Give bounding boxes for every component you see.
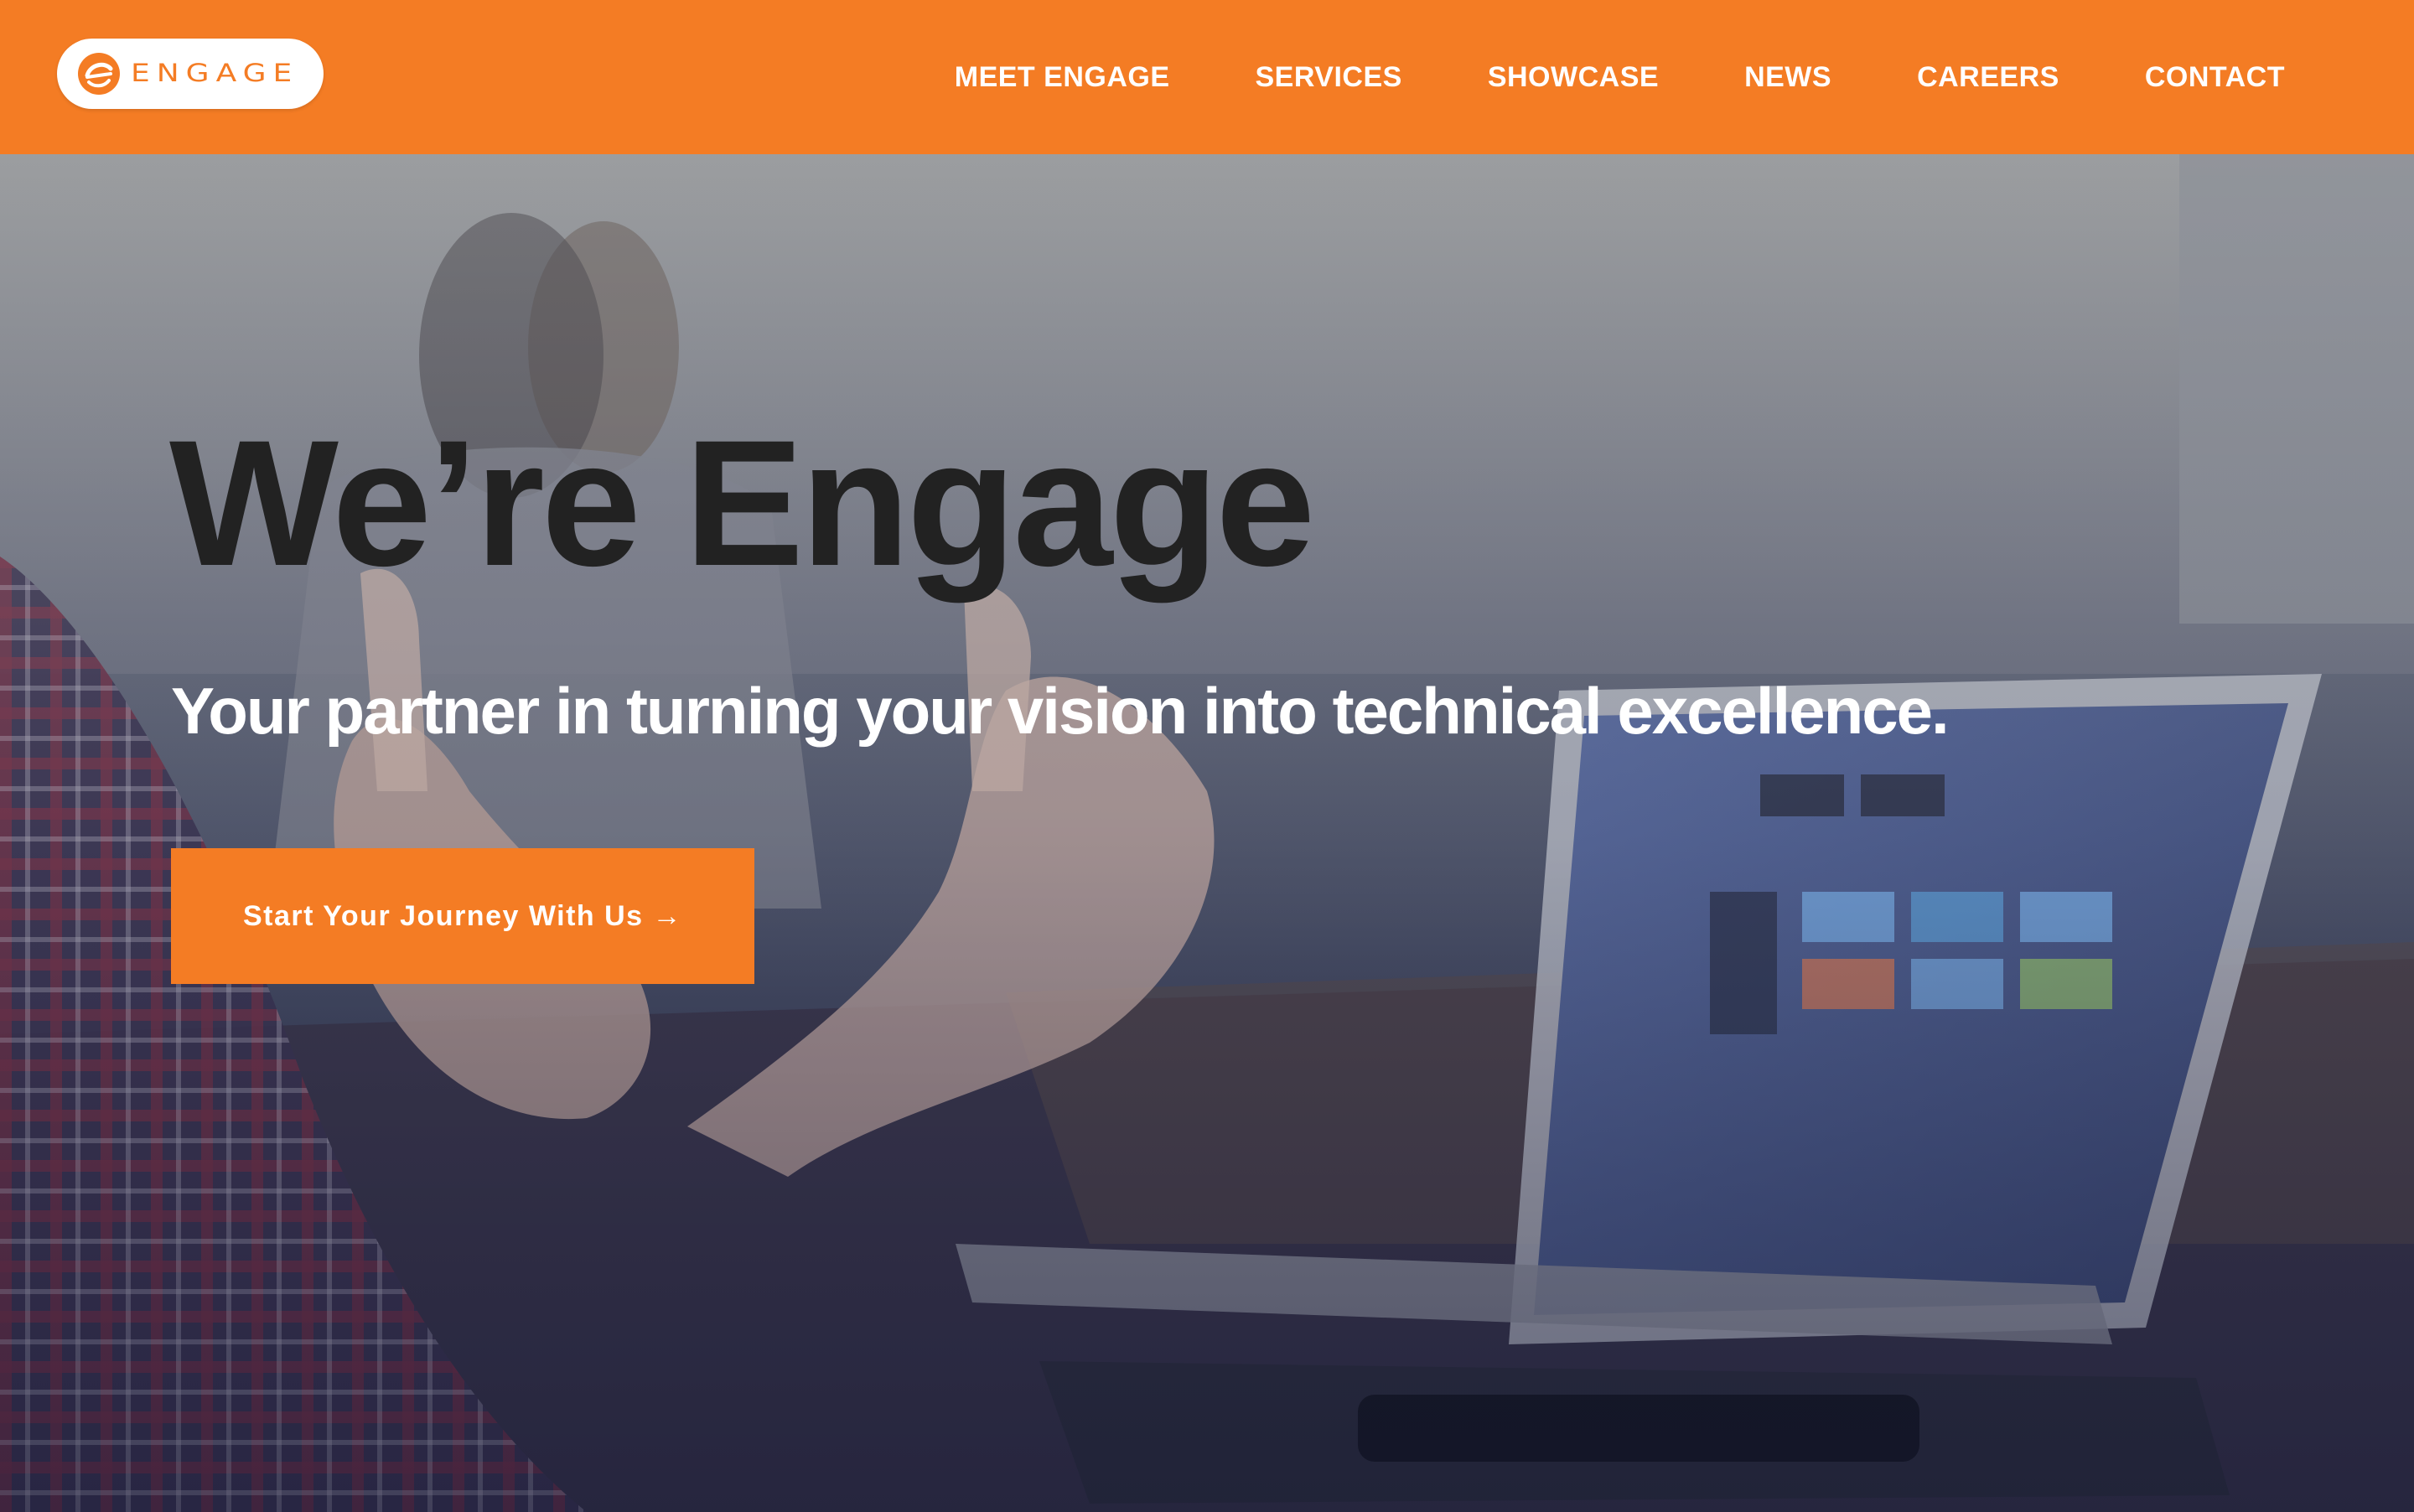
- site-header: ENGAGE MEET ENGAGE SERVICES SHOWCASE NEW…: [0, 0, 2414, 154]
- nav-item-meet-engage[interactable]: MEET ENGAGE: [955, 61, 1170, 94]
- nav-item-showcase[interactable]: SHOWCASE: [1488, 61, 1659, 94]
- hero-section: We’re Engage Your partner in turning you…: [0, 154, 2414, 1512]
- nav-item-contact[interactable]: CONTACT: [2145, 61, 2285, 94]
- hero-subtitle: Your partner in turning your vision into…: [171, 674, 1950, 748]
- logo-link[interactable]: ENGAGE: [57, 39, 324, 109]
- logo-wordmark: ENGAGE: [131, 59, 299, 88]
- start-journey-button[interactable]: Start Your Journey With Us →: [171, 848, 754, 984]
- hero-overlay: [0, 154, 2414, 1512]
- hero-title: We’re Engage: [169, 403, 1315, 603]
- nav-item-services[interactable]: SERVICES: [1256, 61, 1402, 94]
- nav-item-news[interactable]: NEWS: [1744, 61, 1831, 94]
- main-nav: MEET ENGAGE SERVICES SHOWCASE NEWS CAREE…: [955, 0, 2285, 154]
- engage-logo-icon: [78, 53, 120, 95]
- nav-item-careers[interactable]: CAREERS: [1917, 61, 2059, 94]
